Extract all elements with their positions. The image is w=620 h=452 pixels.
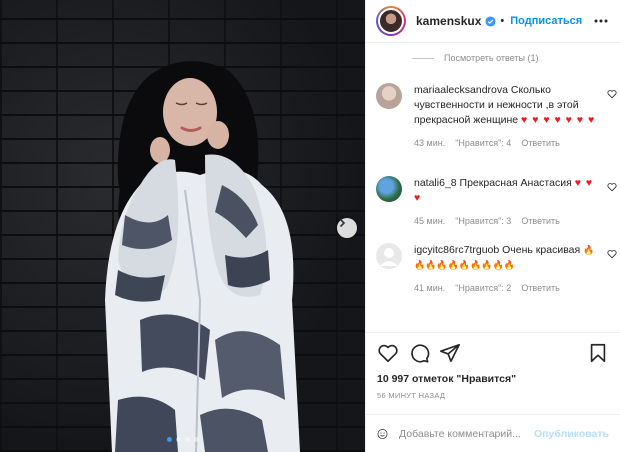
comment-likes[interactable]: "Нравится": 4 (455, 136, 511, 151)
woman-in-hoodie-illustration (105, 61, 300, 452)
comment-icon[interactable] (408, 342, 430, 364)
view-replies-link[interactable]: Посмотреть ответы (1) (412, 53, 539, 63)
comment-input[interactable] (399, 427, 535, 440)
carousel-dot (193, 437, 199, 442)
more-options-icon (594, 19, 608, 23)
commenter-username[interactable]: mariaalecksandrova (414, 84, 508, 96)
heart-icon[interactable] (377, 342, 399, 364)
comment-item: natali6_8 Прекрасная Анастасия ♥ ♥ ♥ 45 … (376, 176, 617, 229)
comment-heart-icon[interactable] (607, 249, 617, 259)
post-actions (366, 332, 620, 372)
bookmark-icon[interactable] (587, 342, 609, 364)
commenter-avatar[interactable] (376, 176, 402, 202)
post-timestamp[interactable]: 56 МИНУТ НАЗАД (366, 387, 620, 400)
verified-badge-icon (485, 15, 496, 27)
author-avatar[interactable] (376, 6, 406, 36)
commenter-avatar[interactable] (376, 83, 402, 109)
comment-likes[interactable]: "Нравится": 2 (455, 281, 511, 296)
comment-emoji: ♥ ♥ ♥ ♥ ♥ ♥ ♥ (521, 114, 596, 126)
commenter-username[interactable]: natali6_8 (414, 177, 457, 189)
comment-text: Прекрасная Анастасия (459, 177, 572, 189)
reply-button[interactable]: Ответить (521, 214, 559, 229)
author-username[interactable]: kamenskux (416, 14, 481, 28)
reply-button[interactable]: Ответить (521, 136, 559, 151)
post-header: kamenskux • Подписаться (366, 0, 620, 43)
post-sidebar: kamenskux • Подписаться Посмотреть ответ… (365, 0, 620, 452)
comment-heart-icon[interactable] (607, 89, 617, 99)
header-separator: • (500, 15, 505, 27)
chevron-right-icon (339, 218, 346, 228)
commenter-avatar[interactable] (376, 243, 402, 269)
more-options-button[interactable] (592, 12, 610, 30)
follow-button[interactable]: Подписаться (510, 15, 582, 27)
commenter-username[interactable]: igcyitc86rc7trguob (414, 244, 499, 256)
post-photo[interactable] (0, 0, 365, 452)
carousel-next-button[interactable] (337, 218, 357, 238)
emoji-icon[interactable] (377, 424, 388, 444)
comment-time[interactable]: 45 мин. (414, 214, 445, 229)
comment-item: igcyitc86rc7trguob Очень красивая 🔥🔥🔥🔥🔥🔥… (376, 243, 617, 296)
publish-button[interactable]: Опубликовать (534, 428, 609, 440)
comment-likes[interactable]: "Нравится": 3 (455, 214, 511, 229)
comment-time[interactable]: 43 мин. (414, 136, 445, 151)
comment-time[interactable]: 41 мин. (414, 281, 445, 296)
comment-item: mariaalecksandrova Сколько чувственности… (376, 83, 617, 151)
share-icon[interactable] (439, 342, 461, 364)
comment-text: Очень красивая (502, 244, 581, 256)
reply-button[interactable]: Ответить (521, 281, 559, 296)
carousel-dots (0, 437, 365, 442)
add-comment-bar: Опубликовать (366, 414, 620, 452)
carousel-dot (166, 437, 172, 442)
carousel-dot (184, 437, 190, 442)
comments-list[interactable]: Посмотреть ответы (1) mariaalecksandrova… (366, 43, 620, 332)
likes-count[interactable]: 10 997 отметок "Нравится" (366, 372, 620, 387)
instagram-post: kamenskux • Подписаться Посмотреть ответ… (0, 0, 620, 452)
carousel-dot (175, 437, 181, 442)
default-avatar-icon (380, 248, 398, 266)
comment-heart-icon[interactable] (607, 182, 617, 192)
